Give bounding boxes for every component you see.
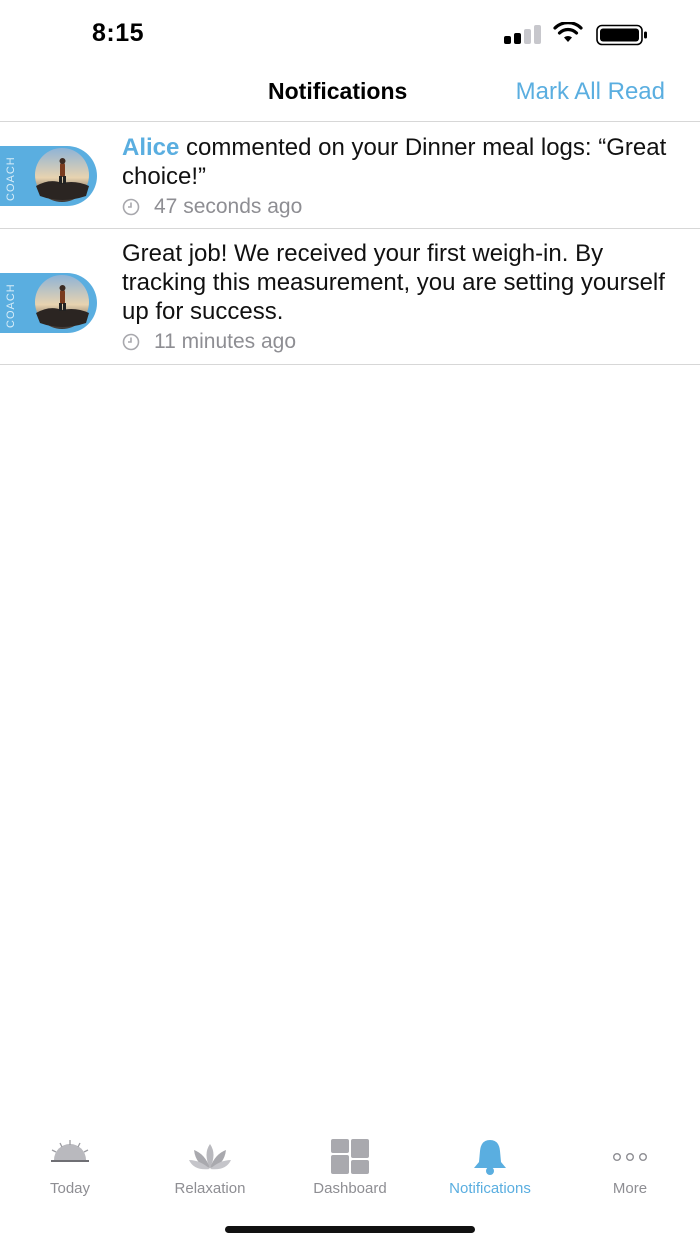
notification-time-label: 47 seconds ago [154, 195, 303, 218]
lotus-icon [189, 1144, 231, 1170]
status-bar: 8:15 [0, 0, 700, 64]
battery-icon [596, 24, 647, 46]
notification-time-label: 11 minutes ago [154, 330, 297, 353]
notification-text: Alice commented on your Dinner meal logs… [122, 133, 687, 191]
notification-text: Great job! We received your first weigh-… [122, 239, 687, 326]
notification-content: Alice commented on your Dinner meal logs… [122, 133, 687, 219]
coach-avatar-icon: COACH [0, 273, 97, 333]
mark-all-read-button[interactable]: Mark All Read [516, 78, 665, 106]
svg-text:COACH: COACH [5, 156, 17, 201]
page-title: Notifications [268, 78, 408, 104]
tab-notifications[interactable]: Notifications [420, 1128, 560, 1208]
notification-item[interactable]: COACH Great job! We received your first … [0, 229, 700, 365]
notification-list: COACH Alice commented on your Dinner mea… [0, 123, 700, 365]
clock-icon [122, 198, 140, 216]
tab-label: Relaxation [174, 1180, 246, 1197]
notification-author[interactable]: Alice [122, 134, 179, 161]
tab-more[interactable]: More [560, 1128, 700, 1208]
more-dots-icon [612, 1152, 648, 1161]
tab-bar: Today Relaxation Dashboard Notifications [0, 1128, 700, 1208]
home-indicator[interactable] [225, 1226, 475, 1233]
tab-label: Dashboard [313, 1180, 387, 1197]
notification-timestamp: 47 seconds ago [122, 195, 687, 219]
dashboard-grid-icon [331, 1139, 369, 1174]
sunrise-icon [51, 1140, 89, 1162]
wifi-icon [553, 22, 583, 42]
coach-avatar-icon: COACH [0, 146, 97, 206]
clock-icon [122, 333, 140, 351]
bell-icon [474, 1140, 506, 1175]
notification-content: Great job! We received your first weigh-… [122, 239, 687, 354]
notification-timestamp: 11 minutes ago [122, 330, 687, 354]
cellular-signal-icon [504, 24, 542, 44]
tab-relaxation[interactable]: Relaxation [140, 1128, 280, 1208]
notification-message: commented on your Dinner meal logs: “Gre… [122, 134, 667, 190]
tab-label: Notifications [449, 1180, 531, 1197]
svg-text:COACH: COACH [5, 283, 17, 328]
tab-dashboard[interactable]: Dashboard [280, 1128, 420, 1208]
tab-today[interactable]: Today [0, 1128, 140, 1208]
nav-header: Notifications Mark All Read [0, 64, 700, 122]
notification-message: Great job! We received your first weigh-… [122, 240, 665, 325]
notification-item[interactable]: COACH Alice commented on your Dinner mea… [0, 123, 700, 229]
status-time: 8:15 [92, 19, 145, 47]
tab-label: Today [49, 1180, 91, 1197]
tab-label: More [612, 1180, 648, 1197]
